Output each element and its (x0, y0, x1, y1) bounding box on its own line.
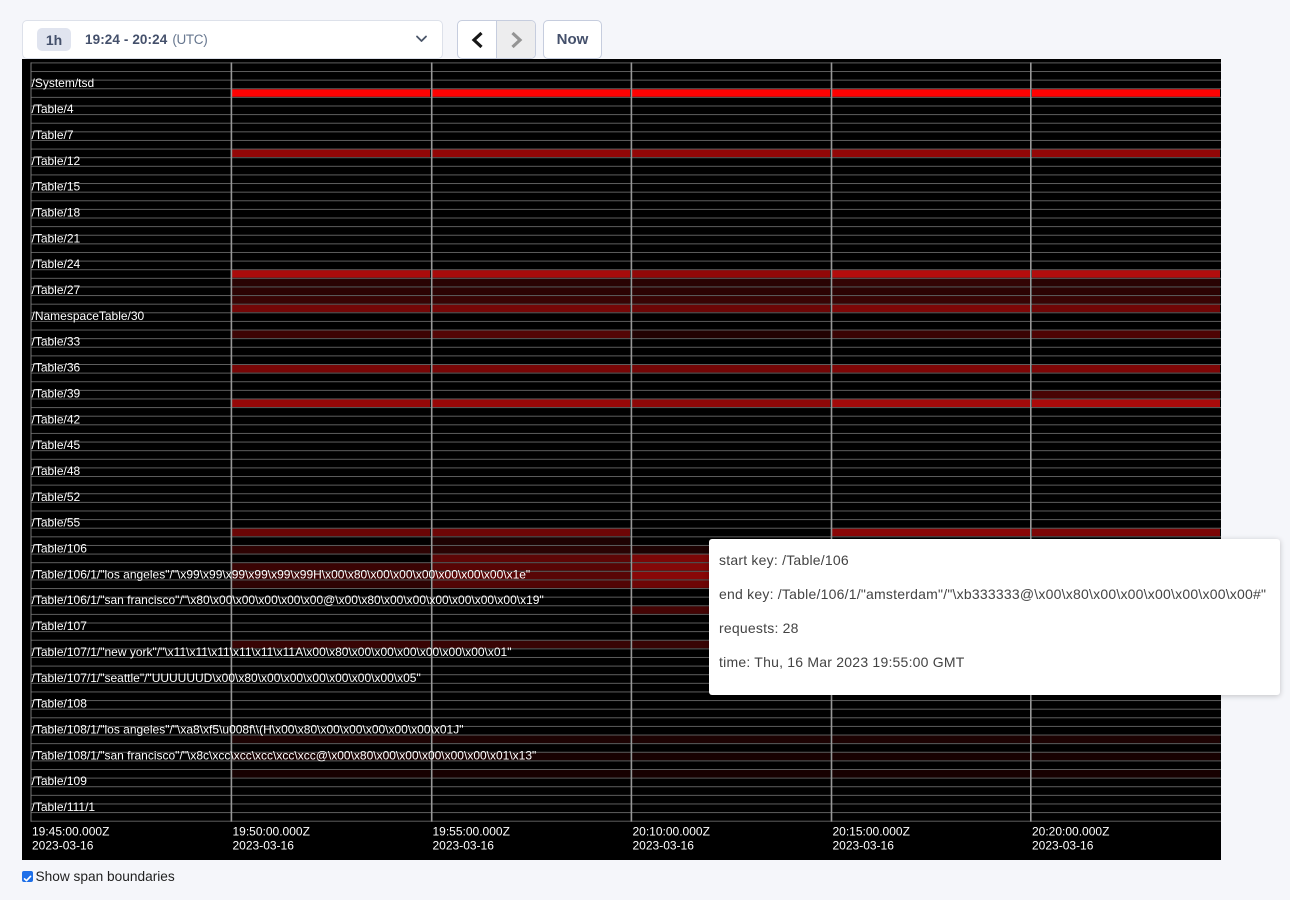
svg-text:19:50:00.000Z: 19:50:00.000Z (233, 825, 310, 839)
svg-text:/Table/108: /Table/108 (32, 697, 88, 711)
svg-text:19:55:00.000Z: 19:55:00.000Z (433, 825, 510, 839)
svg-text:/Table/15: /Table/15 (32, 180, 81, 194)
svg-text:/Table/107: /Table/107 (32, 619, 88, 633)
svg-text:19:45:00.000Z: 19:45:00.000Z (32, 825, 109, 839)
svg-text:/NamespaceTable/30: /NamespaceTable/30 (32, 309, 145, 323)
svg-text:/Table/107/1/"seattle"/"UUUUUU: /Table/107/1/"seattle"/"UUUUUUD\x00\x80\… (32, 671, 421, 685)
svg-text:2023-03-16: 2023-03-16 (833, 839, 895, 853)
svg-text:20:15:00.000Z: 20:15:00.000Z (833, 825, 910, 839)
svg-text:/Table/21: /Table/21 (32, 231, 81, 245)
svg-text:/Table/108/1/"san francisco"/": /Table/108/1/"san francisco"/"\x8c\xcc\x… (32, 748, 537, 762)
svg-text:/Table/39: /Table/39 (32, 386, 81, 400)
svg-text:/Table/4: /Table/4 (32, 102, 74, 116)
svg-text:/Table/27: /Table/27 (32, 283, 81, 297)
svg-text:/Table/108/1/"los angeles"/"\x: /Table/108/1/"los angeles"/"\xa8\xf5\u00… (32, 723, 464, 737)
svg-text:2023-03-16: 2023-03-16 (233, 839, 295, 853)
svg-text:/Table/24: /Table/24 (32, 257, 81, 271)
svg-text:/Table/106: /Table/106 (32, 542, 88, 556)
svg-text:/Table/45: /Table/45 (32, 438, 81, 452)
svg-text:2023-03-16: 2023-03-16 (633, 839, 695, 853)
svg-text:/Table/33: /Table/33 (32, 335, 81, 349)
svg-text:/Table/52: /Table/52 (32, 490, 81, 504)
svg-text:/System/tsd: /System/tsd (32, 76, 95, 90)
svg-text:20:10:00.000Z: 20:10:00.000Z (633, 825, 710, 839)
svg-text:20:20:00.000Z: 20:20:00.000Z (1032, 825, 1109, 839)
svg-text:/Table/48: /Table/48 (32, 464, 81, 478)
svg-text:/Table/36: /Table/36 (32, 361, 81, 375)
svg-text:/Table/106/1/"san francisco"/": /Table/106/1/"san francisco"/"\x80\x00\x… (32, 593, 544, 607)
svg-text:/Table/55: /Table/55 (32, 516, 81, 530)
svg-text:/Table/106/1/"los angeles"/"\x: /Table/106/1/"los angeles"/"\x99\x99\x99… (32, 567, 531, 581)
svg-text:2023-03-16: 2023-03-16 (433, 839, 495, 853)
svg-text:/Table/18: /Table/18 (32, 206, 81, 220)
svg-text:2023-03-16: 2023-03-16 (1032, 839, 1094, 853)
svg-text:/Table/107/1/"new york"/"\x11\: /Table/107/1/"new york"/"\x11\x11\x11\x1… (32, 645, 512, 659)
svg-text:/Table/42: /Table/42 (32, 412, 81, 426)
svg-text:/Table/111/1: /Table/111/1 (32, 800, 96, 814)
svg-text:/Table/12: /Table/12 (32, 154, 81, 168)
svg-text:2023-03-16: 2023-03-16 (32, 839, 94, 853)
svg-text:/Table/109: /Table/109 (32, 774, 88, 788)
svg-text:/Table/7: /Table/7 (32, 128, 74, 142)
